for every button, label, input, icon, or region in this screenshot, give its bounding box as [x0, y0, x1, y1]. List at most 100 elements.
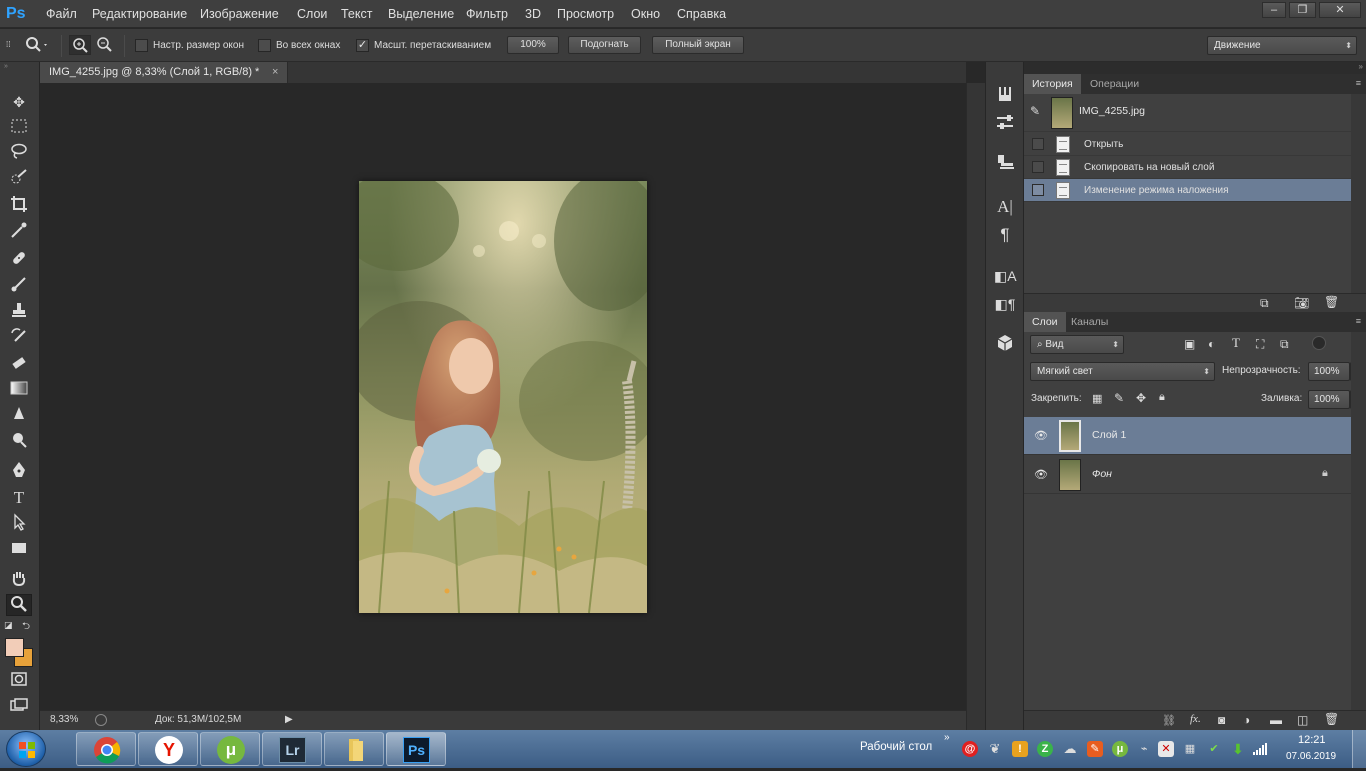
- zoom-level[interactable]: 8,33%: [50, 711, 78, 729]
- eyedropper-tool-icon[interactable]: [6, 221, 32, 243]
- visibility-eye-icon[interactable]: 👁︎: [1034, 468, 1048, 481]
- layer-row[interactable]: 👁︎ Слой 1: [1024, 417, 1351, 455]
- document-tab[interactable]: IMG_4255.jpg @ 8,33% (Слой 1, RGB/8) * ×: [40, 62, 288, 83]
- history-item[interactable]: Скопировать на новый слой: [1024, 156, 1351, 179]
- collapse-panel-icon[interactable]: »: [1359, 62, 1363, 71]
- clock-date[interactable]: 07.06.2019: [1286, 751, 1336, 762]
- adjustment-layer-icon[interactable]: ◑: [1243, 713, 1250, 727]
- vertical-scrollbar[interactable]: [966, 83, 985, 730]
- printer-tray-icon[interactable]: ▦: [1182, 741, 1198, 757]
- panel-menu-icon[interactable]: ≡: [1356, 78, 1361, 88]
- filter-pixel-icon[interactable]: ▣: [1184, 337, 1195, 351]
- close-tab-icon[interactable]: ×: [272, 62, 278, 83]
- utorrent-tray-icon[interactable]: μ: [1112, 741, 1128, 757]
- taskbar-lightroom[interactable]: Lr: [262, 732, 322, 766]
- opacity-input[interactable]: 100%: [1308, 362, 1350, 381]
- default-colors-icon[interactable]: ◪: [4, 620, 16, 632]
- zoom-tool-icon[interactable]: [6, 594, 32, 616]
- tab-actions[interactable]: Операции: [1082, 74, 1147, 94]
- taskbar-explorer[interactable]: [324, 732, 384, 766]
- new-document-from-state-icon[interactable]: ⧉: [1260, 296, 1269, 311]
- type-tool-icon[interactable]: T: [6, 487, 32, 509]
- camera-icon[interactable]: 📷︎: [1294, 296, 1309, 310]
- resize-windows-checkbox[interactable]: [135, 39, 148, 52]
- marquee-tool-icon[interactable]: [6, 117, 32, 139]
- history-item[interactable]: Открыть: [1024, 133, 1351, 156]
- menu-image[interactable]: Изображение: [200, 0, 279, 28]
- zoom-100-button[interactable]: 100%: [507, 36, 559, 54]
- 3d-panel-icon[interactable]: [994, 334, 1016, 356]
- download-tray-icon[interactable]: ⬇: [1230, 741, 1246, 757]
- lock-all-icon[interactable]: 🔒︎: [1159, 391, 1165, 404]
- cloud-tray-icon[interactable]: ☁: [1062, 741, 1078, 757]
- tab-history[interactable]: История: [1024, 74, 1081, 94]
- taskbar-utorrent[interactable]: μ: [200, 732, 260, 766]
- history-brush-tool-icon[interactable]: [6, 327, 32, 349]
- character-styles-icon[interactable]: ◧A: [994, 265, 1017, 287]
- history-snapshot[interactable]: ✎ IMG_4255.jpg: [1024, 94, 1351, 132]
- zoom-in-icon[interactable]: [69, 35, 91, 55]
- filter-type-icon[interactable]: T: [1232, 335, 1240, 351]
- move-tool-icon[interactable]: ✥: [6, 91, 32, 113]
- zoom-tool-preset-icon[interactable]: [24, 35, 50, 60]
- history-item-selected[interactable]: Изменение режима наложения: [1024, 179, 1351, 202]
- fill-input[interactable]: 100%: [1308, 390, 1350, 409]
- z-tray-icon[interactable]: Z: [1037, 741, 1053, 757]
- gradient-tool-icon[interactable]: [6, 379, 32, 401]
- zoom-out-icon[interactable]: [94, 35, 116, 55]
- menu-filter[interactable]: Фильтр: [466, 0, 508, 28]
- layer-filter-select[interactable]: ⌕ Вид ⬍: [1030, 335, 1124, 354]
- taskbar-yandex[interactable]: Y: [138, 732, 198, 766]
- healing-brush-tool-icon[interactable]: [6, 249, 32, 271]
- lock-transparent-icon[interactable]: ▦: [1092, 392, 1102, 405]
- trash-icon[interactable]: 🗑︎: [1324, 712, 1339, 726]
- taskbar-photoshop[interactable]: Ps: [386, 732, 446, 766]
- lock-position-icon[interactable]: ✥: [1136, 391, 1146, 405]
- menu-edit[interactable]: Редактирование: [92, 0, 187, 28]
- paragraph-styles-icon[interactable]: ◧¶: [994, 293, 1016, 315]
- menu-file[interactable]: Файл: [46, 0, 77, 28]
- scrubby-zoom-checkbox[interactable]: ✓: [356, 39, 369, 52]
- filter-adjustment-icon[interactable]: ◐: [1208, 337, 1215, 351]
- desktop-toolbar-label[interactable]: Рабочий стол: [860, 741, 932, 753]
- menu-window[interactable]: Окно: [631, 0, 660, 28]
- blur-tool-icon[interactable]: [6, 405, 32, 427]
- path-selection-tool-icon[interactable]: [6, 513, 32, 535]
- history-scrollbar[interactable]: [1351, 94, 1366, 294]
- brush-presets-icon[interactable]: [994, 85, 1016, 107]
- workspace-select[interactable]: Движение ⬍: [1207, 36, 1357, 55]
- crop-tool-icon[interactable]: [6, 195, 32, 217]
- new-layer-icon[interactable]: ◫: [1297, 713, 1308, 727]
- hand-tool-icon[interactable]: [6, 569, 32, 591]
- filter-smart-object-icon[interactable]: ⧉: [1280, 337, 1289, 352]
- rectangle-tool-icon[interactable]: [6, 539, 32, 561]
- layer-name[interactable]: Слой 1: [1092, 429, 1126, 441]
- menu-3d[interactable]: 3D: [525, 0, 541, 28]
- menu-type[interactable]: Текст: [341, 0, 372, 28]
- swap-colors-icon[interactable]: ⮌: [22, 619, 34, 632]
- menu-layers[interactable]: Слои: [297, 0, 327, 28]
- paragraph-panel-icon[interactable]: ¶: [994, 224, 1016, 246]
- taskbar-chrome[interactable]: [76, 732, 136, 766]
- status-menu-icon[interactable]: [95, 714, 107, 726]
- lasso-tool-icon[interactable]: [6, 143, 32, 165]
- history-checkbox[interactable]: [1032, 161, 1044, 173]
- link-layers-icon[interactable]: ⛓︎: [1162, 714, 1176, 727]
- history-checkbox[interactable]: [1032, 184, 1044, 196]
- layer-row[interactable]: 👁︎ Фон 🔒︎: [1024, 456, 1351, 494]
- restore-button[interactable]: ❐: [1289, 2, 1316, 18]
- minimize-button[interactable]: –: [1262, 2, 1286, 18]
- panel-menu-icon[interactable]: ≡: [1356, 316, 1361, 326]
- status-arrow-icon[interactable]: ▶: [285, 711, 293, 729]
- usb-tray-icon[interactable]: ⌁: [1136, 741, 1152, 757]
- start-button[interactable]: [6, 731, 46, 767]
- app-tray-icon[interactable]: ❦: [987, 741, 1003, 757]
- blend-mode-select[interactable]: Мягкий свет ⬍: [1030, 362, 1215, 381]
- all-windows-checkbox[interactable]: [258, 39, 271, 52]
- trash-icon[interactable]: 🗑︎: [1324, 295, 1339, 309]
- new-group-icon[interactable]: ▬: [1270, 713, 1282, 727]
- layers-scrollbar[interactable]: [1351, 332, 1366, 710]
- layer-name[interactable]: Фон: [1092, 468, 1112, 480]
- panel-collapse-icon[interactable]: »: [4, 63, 34, 70]
- eraser-tool-icon[interactable]: [6, 353, 32, 375]
